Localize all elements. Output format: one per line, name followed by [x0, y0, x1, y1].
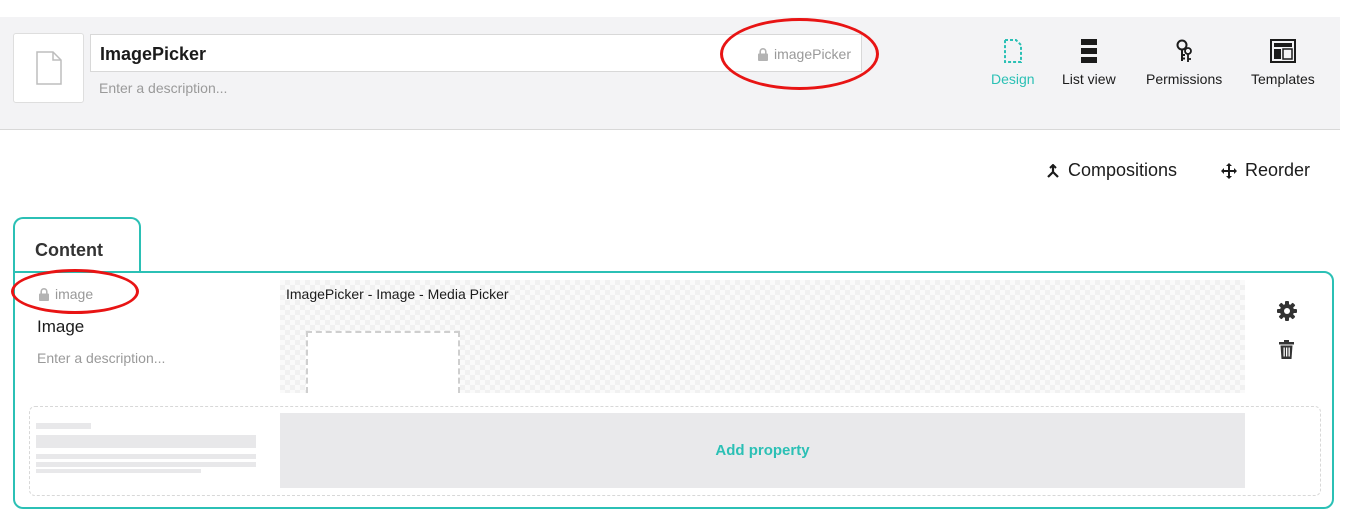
property-group: image Image Enter a description... Image… — [13, 271, 1334, 509]
nav-permissions[interactable]: Permissions — [1146, 39, 1222, 99]
description-input[interactable]: Enter a description... — [99, 80, 227, 96]
add-property-button[interactable]: Add property — [280, 413, 1245, 488]
add-property-row: Add property — [29, 406, 1321, 496]
property-editor-preview[interactable]: ImagePicker - Image - Media Picker — [280, 280, 1245, 393]
skeleton-line — [36, 435, 256, 448]
property-label[interactable]: Image — [37, 317, 84, 337]
skeleton-line — [36, 469, 201, 473]
document-type-icon-button[interactable] — [13, 33, 84, 103]
annotation-circle-property-alias — [11, 269, 139, 314]
skeleton-line — [36, 454, 256, 459]
compositions-icon — [1047, 163, 1059, 178]
property-delete-button[interactable] — [1279, 340, 1294, 364]
compositions-label: Compositions — [1068, 160, 1178, 180]
name-input-value: ImagePicker — [100, 44, 207, 64]
move-icon — [1221, 162, 1237, 179]
gear-icon — [1277, 301, 1297, 321]
content-type-header: ImagePicker imagePicker Enter a descript… — [0, 17, 1340, 130]
nav-templates-label: Templates — [1251, 71, 1315, 87]
nav-templates[interactable]: Templates — [1251, 39, 1315, 99]
add-property-label: Add property — [715, 442, 810, 459]
tab-content[interactable]: Content — [13, 217, 141, 273]
list-icon — [1080, 39, 1097, 63]
media-picker-placeholder — [306, 331, 460, 393]
property-editor-label: ImagePicker - Image - Media Picker — [286, 286, 509, 302]
layout-icon — [1269, 39, 1296, 63]
annotation-circle-alias — [720, 18, 879, 90]
reorder-button[interactable]: Reorder — [1221, 160, 1310, 181]
keys-icon — [1176, 39, 1193, 62]
nav-design[interactable]: Design — [991, 39, 1035, 99]
document-icon — [35, 51, 62, 85]
skeleton-line — [36, 423, 91, 429]
reorder-label: Reorder — [1245, 160, 1311, 180]
nav-permissions-label: Permissions — [1146, 71, 1223, 87]
tab-content-label: Content — [35, 240, 103, 260]
document-icon — [1003, 39, 1022, 63]
trash-icon — [1279, 340, 1294, 359]
property-settings-button[interactable] — [1277, 301, 1297, 326]
compositions-button[interactable]: Compositions — [1046, 160, 1177, 181]
nav-list-view[interactable]: List view — [1062, 39, 1116, 99]
skeleton-line — [36, 462, 256, 467]
property-description[interactable]: Enter a description... — [37, 350, 165, 366]
nav-list-view-label: List view — [1062, 71, 1116, 87]
nav-design-label: Design — [991, 71, 1035, 87]
